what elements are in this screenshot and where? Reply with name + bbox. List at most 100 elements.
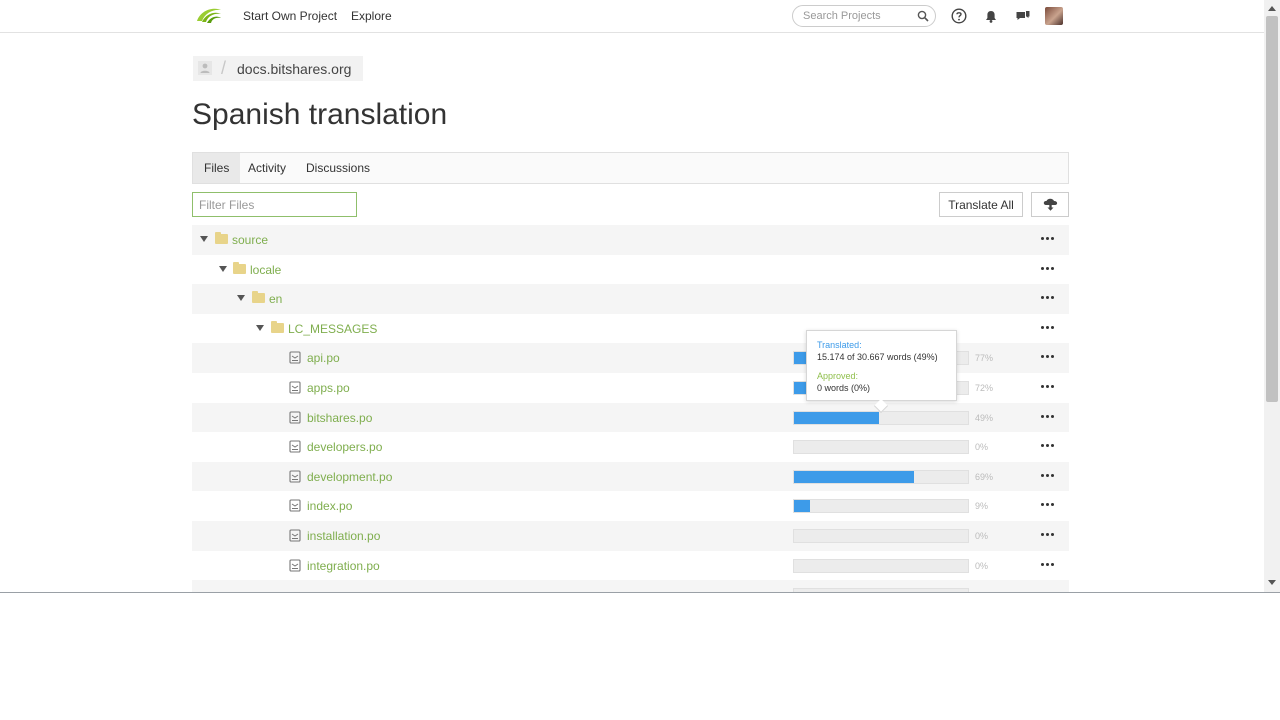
folder-icon [233,261,246,274]
translate-all-button[interactable]: Translate All [939,192,1023,217]
file-row[interactable]: integration.po 0% [192,551,1069,581]
file-label[interactable]: index.po [307,499,352,513]
chat-icon[interactable] [1015,8,1031,24]
folder-label: source [232,233,269,247]
page-scrollbar[interactable] [1264,0,1280,592]
tooltip-translated-label: Translated: [817,340,862,350]
progress-bar[interactable] [793,469,969,484]
nav-start-own-project[interactable]: Start Own Project [243,9,337,23]
file-row[interactable]: development.po 69% [192,461,1069,492]
folder-icon [252,291,265,304]
download-button[interactable] [1031,192,1069,217]
tab-files[interactable]: Files [193,153,241,183]
user-icon [198,61,212,75]
file-label[interactable]: integration.po [307,559,380,573]
progress-tooltip: Translated: 15.174 of 30.667 words (49%)… [806,330,957,414]
tab-discussions[interactable]: Discussions [295,153,381,183]
folder-label: en [269,292,283,307]
breadcrumb: / docs.bitshares.org [193,56,363,81]
file-label[interactable]: developers.po [307,440,382,454]
progress-fill [794,470,915,483]
bell-icon[interactable] [983,8,999,24]
folder-row[interactable]: locale [192,255,1069,285]
download-icon [1043,198,1058,211]
folder-icon [271,320,284,333]
chevron-down-icon[interactable] [256,324,264,331]
file-icon [289,470,301,483]
progress-fill [794,500,810,513]
progress-percent: 9% [975,501,989,512]
top-navigation-bar: Start Own Project Explore [0,0,1264,33]
help-icon[interactable] [951,8,967,24]
file-row[interactable]: index.po 9% [192,491,1069,521]
chevron-down-icon[interactable] [237,295,245,302]
more-icon[interactable] [1041,350,1055,362]
search-icon[interactable] [917,10,929,22]
tooltip-translated-value: 15.174 of 30.667 words (49%) [817,352,938,362]
scrollbar-thumb[interactable] [1266,16,1278,402]
tab-activity[interactable]: Activity [237,153,297,183]
file-icon [289,411,301,424]
filter-files-input[interactable] [192,192,357,217]
more-icon[interactable] [1041,528,1055,540]
file-icon [289,351,301,364]
progress-bar[interactable] [793,440,969,455]
chevron-down-icon[interactable] [200,236,208,242]
file-label[interactable]: bitshares.po [307,411,372,425]
page-title: Spanish translation [192,98,448,131]
breadcrumb-project-link[interactable]: docs.bitshares.org [237,61,351,77]
chevron-down-icon[interactable] [219,265,227,272]
progress-fill [794,411,880,424]
scroll-up-icon[interactable] [1268,6,1276,11]
progress-percent: 72% [975,382,994,393]
progress-bar[interactable] [793,528,969,543]
more-icon[interactable] [1041,469,1055,481]
scroll-down-icon[interactable] [1268,580,1276,585]
progress-percent: 0% [975,442,989,453]
more-icon[interactable] [1041,558,1055,570]
tooltip-approved-label: Approved: [817,371,859,381]
progress-percent: 49% [975,412,994,423]
search-box [792,5,936,27]
file-icon [289,529,301,542]
file-row[interactable]: installation.po 0% [192,520,1069,551]
more-icon[interactable] [1041,291,1055,303]
more-icon[interactable] [1041,380,1055,392]
file-label[interactable]: development.po [307,470,392,484]
more-icon[interactable] [1041,321,1055,333]
progress-bar[interactable] [793,499,969,514]
file-label[interactable]: api.po [307,351,340,365]
progress-percent: 0% [975,530,989,541]
logo-icon[interactable] [193,5,223,27]
tooltip-approved-value: 0 words (0%) [817,383,871,393]
file-label[interactable]: installation.po [307,529,380,543]
progress-bar[interactable] [793,588,969,592]
avatar[interactable] [1045,7,1063,25]
breadcrumb-separator: / [221,58,227,78]
file-row[interactable]: developers.po 0% [192,432,1069,462]
file-label[interactable]: apps.po [307,381,350,395]
browser-viewport: Start Own Project Explore Search Project… [0,0,1280,593]
file-icon [289,558,301,572]
folder-row[interactable]: en [192,284,1069,314]
nav-explore[interactable]: Explore [351,9,392,23]
more-icon[interactable] [1041,232,1055,244]
search-input[interactable] [803,9,913,23]
more-icon[interactable] [1041,410,1055,422]
progress-bar[interactable] [793,558,969,573]
folder-label: LC_MESSAGES [288,321,378,336]
file-icon [289,440,301,453]
more-icon[interactable] [1041,498,1055,510]
folder-icon [215,232,228,244]
folder-row[interactable]: source [192,225,1069,255]
tab-bar: Files Activity Discussions [192,152,1069,184]
progress-percent: 0% [975,560,989,571]
more-icon[interactable] [1041,439,1055,451]
file-row[interactable]: bitshares.po 49% [192,402,1069,433]
file-tree: source locale en LC_MESSAGES api.po 77% [192,225,1069,592]
file-row-partial[interactable] [192,580,1069,592]
more-icon[interactable] [1041,262,1055,274]
file-icon [289,499,301,512]
progress-percent: 69% [975,471,994,482]
progress-percent: 77% [975,353,994,364]
